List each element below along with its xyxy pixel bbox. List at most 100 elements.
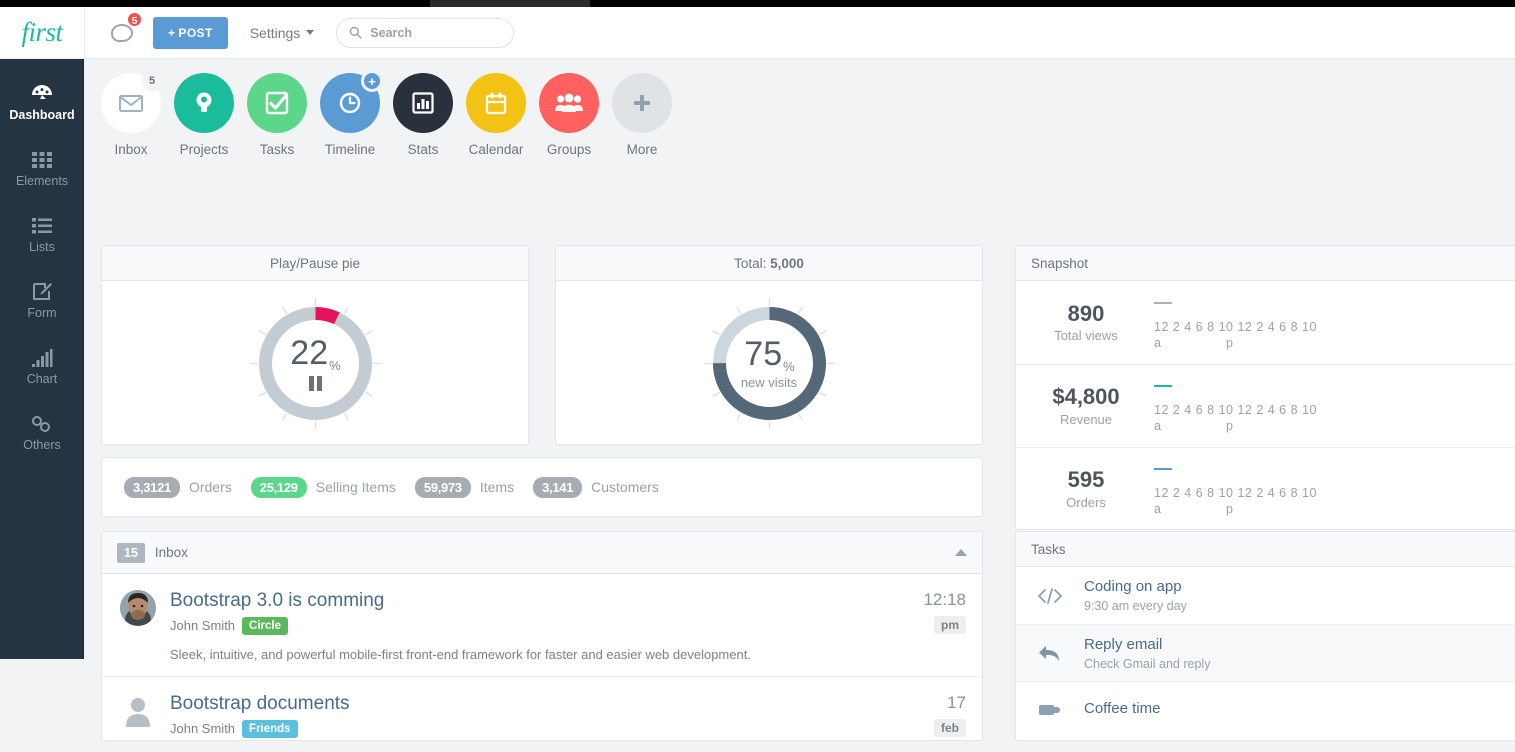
snapshot-value: 890 (1036, 302, 1136, 326)
task-row[interactable]: Coding on app 9:30 am every day (1016, 567, 1515, 624)
users-icon (554, 91, 584, 115)
tasks-panel: Tasks Coding on app 9:30 am every day Re… (1015, 531, 1515, 741)
sidebar-item-dashboard[interactable]: Dashboard (0, 69, 84, 135)
launch-inbox-circle[interactable]: 5 (101, 73, 161, 133)
pm-label: p (1226, 419, 1233, 433)
launch-label: Tasks (260, 142, 295, 157)
new-visits-dial[interactable]: 75% new visits (704, 298, 835, 429)
bar-chart-icon (31, 346, 53, 368)
snapshot-sparkline: 12 2 4 6 8 10 12 2 4 6 8 10 a p (1136, 292, 1515, 354)
search-input[interactable] (370, 26, 500, 40)
snapshot-label: Revenue (1036, 412, 1136, 427)
stat-badge-value: 59,973 (415, 477, 471, 498)
stat-badge-label: Orders (189, 479, 232, 495)
launch-tasks-circle[interactable] (247, 73, 307, 133)
inbox-message-row[interactable]: Bootstrap documents John Smith Friends 1… (102, 676, 982, 752)
list-icon (31, 214, 53, 236)
avatar (120, 590, 156, 626)
inbox-message-row[interactable]: Bootstrap 3.0 is comming John Smith Circ… (102, 574, 982, 676)
inbox-message-title[interactable]: Bootstrap 3.0 is comming (170, 590, 910, 612)
messages-count-badge: 5 (126, 11, 143, 28)
stat-badge-label: Items (480, 479, 514, 495)
inbox-time-value: 12:18 (910, 590, 966, 610)
task-row[interactable]: Coffee time (1016, 681, 1515, 738)
search-field-wrapper[interactable] (336, 18, 514, 48)
launch-label: Projects (180, 142, 229, 157)
task-subtitle: 9:30 am every day (1084, 599, 1187, 613)
task-title[interactable]: Reply email (1084, 636, 1210, 654)
settings-label: Settings (250, 25, 301, 41)
dial-unit: % (329, 358, 341, 373)
brand-name: first (21, 17, 62, 48)
pm-label: p (1226, 336, 1233, 350)
launch-label: Groups (547, 142, 591, 157)
top-nav-actions: 5 +POST Settings (85, 13, 514, 53)
panel-title: Play/Pause pie (102, 246, 528, 281)
launch-projects-circle[interactable] (174, 73, 234, 133)
dial-center-content: 22% (250, 298, 381, 429)
stat-badge-label: Selling Items (316, 479, 396, 495)
total-prefix: Total: (734, 256, 766, 271)
launch-more-circle[interactable] (612, 73, 672, 133)
lightbulb-icon (193, 90, 215, 116)
launch-groups[interactable]: Groups (539, 73, 599, 157)
launch-calendar-circle[interactable] (466, 73, 526, 133)
inbox-time-unit: pm (934, 616, 966, 634)
launch-label: Inbox (114, 142, 147, 157)
launch-timeline-circle[interactable]: + (320, 73, 380, 133)
form-edit-icon (31, 280, 53, 302)
snapshot-row: 890 Total views 12 2 4 6 8 10 12 2 4 6 8… (1016, 281, 1515, 364)
launch-calendar[interactable]: Calendar (466, 73, 526, 157)
task-content: Reply email Check Gmail and reply (1084, 636, 1210, 671)
sidebar-item-form[interactable]: Form (0, 267, 84, 333)
launch-stats[interactable]: Stats (393, 73, 453, 157)
task-row[interactable]: Reply email Check Gmail and reply (1016, 624, 1515, 681)
inbox-time-value: 17 (910, 693, 966, 713)
settings-dropdown[interactable]: Settings (250, 25, 315, 41)
snapshot-title: Snapshot (1016, 246, 1515, 281)
dial-unit: % (783, 359, 795, 374)
pause-icon[interactable] (309, 376, 322, 391)
chevron-down-icon (306, 30, 314, 35)
sidebar-item-label: Form (27, 306, 56, 320)
sidebar-item-chart[interactable]: Chart (0, 333, 84, 399)
sparkline-stub (1154, 468, 1172, 470)
sidebar-item-others[interactable]: Others (0, 399, 84, 465)
post-button[interactable]: +POST (153, 17, 228, 49)
brand-logo[interactable]: first (0, 7, 85, 59)
inbox-message-title[interactable]: Bootstrap documents (170, 693, 910, 715)
sidebar-item-label: Chart (27, 372, 58, 386)
dashboard-icon (30, 82, 54, 104)
stat-badges-panel: 3,3121 Orders 25,129 Selling Items 59,97… (101, 457, 983, 517)
inbox-panel-header: 15 Inbox (102, 532, 982, 574)
launch-timeline[interactable]: + Timeline (320, 73, 380, 157)
task-title[interactable]: Coding on app (1084, 578, 1187, 596)
avatar (120, 693, 156, 729)
plus-icon: + (168, 26, 175, 40)
browser-tab-segment (430, 0, 590, 7)
messages-button[interactable]: 5 (101, 13, 143, 53)
launch-projects[interactable]: Projects (174, 73, 234, 157)
launch-inbox[interactable]: 5 Inbox (101, 73, 161, 157)
launch-more[interactable]: More (612, 73, 672, 157)
inbox-title: Inbox (155, 545, 188, 560)
inbox-message-meta: John Smith Circle (170, 617, 910, 635)
launch-stats-circle[interactable] (393, 73, 453, 133)
launch-label: Stats (408, 142, 439, 157)
inbox-message-time: 17 feb (910, 693, 966, 738)
add-timeline-icon[interactable]: + (361, 70, 383, 92)
launch-label: Calendar (469, 142, 524, 157)
play-pause-pie-body: 22% (102, 281, 528, 445)
sidebar-item-elements[interactable]: Elements (0, 135, 84, 201)
task-title[interactable]: Coffee time (1084, 700, 1160, 718)
stat-badge-value: 3,141 (533, 477, 582, 498)
inbox-time-unit: feb (934, 719, 966, 737)
inbox-message-meta: John Smith Friends (170, 720, 910, 738)
play-pause-pie-panel: Play/Pause pie (101, 245, 529, 445)
inbox-count-badge: 5 (142, 71, 162, 91)
sidebar-item-lists[interactable]: Lists (0, 201, 84, 267)
launch-tasks[interactable]: Tasks (247, 73, 307, 157)
launch-groups-circle[interactable] (539, 73, 599, 133)
play-pause-dial[interactable]: 22% (250, 298, 381, 429)
chevron-up-icon[interactable] (955, 549, 967, 556)
